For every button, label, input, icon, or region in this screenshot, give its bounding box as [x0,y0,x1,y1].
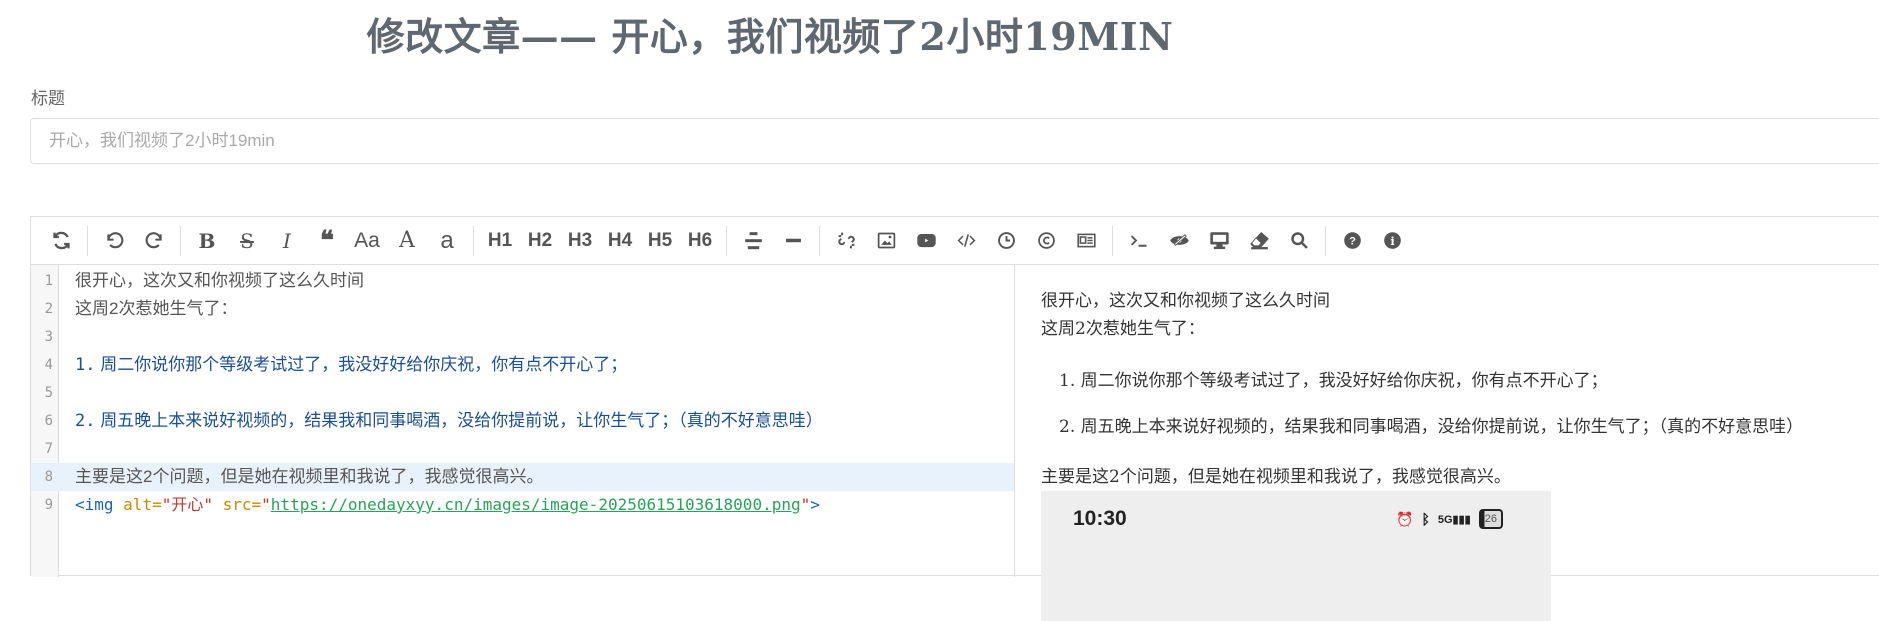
list-item-text: 周二你说你那个等级考试过了，我没好好给你庆祝，你有点不开心了； [95,355,628,374]
line-number: 8 [44,469,53,485]
toolbar-separator [1112,225,1113,256]
line-text: 1. 周二你说你那个等级考试过了，我没好好给你庆祝，你有点不开心了； [75,351,627,379]
alarm-icon: ⏰ [1396,510,1414,527]
code-line[interactable]: 6 2. 周五晚上本来说好视频的，结果我和同事喝酒，没给你提前说，让你生气了；（… [31,407,1014,435]
title-label: 标题 [31,89,65,108]
h4-button[interactable]: H4 [603,224,637,258]
toolbar-separator [87,225,88,256]
phone-status-bar: ⏰ ᛒ 5G▮▮▮ 26 [1396,509,1503,529]
editor-toolbar: B S I ❝ Aa A a H1 H2 H3 H4 H5 H6 ? i [31,217,1879,265]
line-text: 很开心，这次又和你视频了这么久时间 [75,271,364,290]
help-icon[interactable]: ? [1335,224,1369,258]
refresh-icon[interactable] [44,224,78,258]
hr-icon[interactable] [776,224,810,258]
first-letter-uppercase-icon[interactable]: A [390,224,424,258]
toolbar-separator [1325,225,1326,256]
search-icon[interactable] [1282,224,1316,258]
html-attr-alt-value: "开心" [161,495,213,514]
h3-button[interactable]: H3 [563,224,597,258]
code-pane[interactable]: 1 很开心，这次又和你视频了这么久时间 2 这周2次惹她生气了： 3 4 1. … [31,265,1015,577]
toolbar-separator [180,225,181,256]
preview-paragraph: 主要是这2个问题，但是她在视频里和我说了，我感觉很高兴。 [1041,467,1511,487]
code-line-active[interactable]: 8 主要是这2个问题，但是她在视频里和我说了，我感觉很高兴。 [31,463,1014,491]
phone-time: 10:30 [1073,507,1127,530]
preview-list-item: 2. 周五晚上本来说好视频的，结果我和同事喝酒，没给你提前说，让你生气了；（真的… [1059,417,1804,437]
signal-icon: 5G▮▮▮ [1437,513,1471,526]
preview-paragraph: 很开心，这次又和你视频了这么久时间 [1041,291,1330,311]
code-line[interactable]: 5 [31,379,1014,407]
list-marker: 2. [75,411,96,431]
h5-button[interactable]: H5 [643,224,677,258]
toolbar-separator [819,225,820,256]
code-block-icon[interactable] [1069,224,1103,258]
toolbar-separator [473,225,474,256]
html-attr-alt: alt= [123,495,162,514]
h6-button[interactable]: H6 [683,224,717,258]
h1-button[interactable]: H1 [483,224,517,258]
link-icon[interactable] [829,224,863,258]
title-input[interactable] [30,118,1879,164]
uppercase-icon[interactable]: Aa [350,224,384,258]
preview-list-item: 1. 周二你说你那个等级考试过了，我没好好给你庆祝，你有点不开心了； [1059,371,1608,391]
image-icon[interactable] [869,224,903,258]
line-number: 9 [44,497,53,513]
html-quote: " [261,495,271,514]
html-quote: " [800,495,811,514]
svg-text:?: ? [1349,235,1356,247]
list-item-text: 周五晚上本来说好视频的，结果我和同事喝酒，没给你提前说，让你生气了；（真的不好意… [95,411,823,430]
lowercase-icon[interactable]: a [430,224,464,258]
preview-image: 10:30 ⏰ ᛒ 5G▮▮▮ 26 [1041,491,1551,621]
preview-paragraph: 这周2次惹她生气了： [1041,319,1205,339]
line-number: 1 [44,273,53,289]
page-title: 修改文章—— 开心，我们视频了2小时19MIN [366,14,1174,59]
h2-button[interactable]: H2 [523,224,557,258]
line-number: 5 [44,385,53,401]
markdown-editor: B S I ❝ Aa A a H1 H2 H3 H4 H5 H6 ? i 1 很… [30,216,1879,621]
bold-icon[interactable]: B [190,224,224,258]
code-line[interactable]: 7 [31,435,1014,463]
html-tag-close: > [810,495,820,514]
fullscreen-icon[interactable] [1202,224,1236,258]
toolbar-separator [726,225,727,256]
line-number: 2 [44,301,53,317]
video-icon[interactable] [909,224,943,258]
code-line[interactable]: 2 这周2次惹她生气了： [31,295,1014,323]
battery-icon: 26 [1478,509,1503,529]
terminal-icon[interactable] [1122,224,1156,258]
undo-icon[interactable] [97,224,131,258]
html-tag-open: <img [75,495,124,514]
quote-icon[interactable]: ❝ [310,224,344,258]
image-url-link[interactable]: https://onedayxyy.cn/images/image-202506… [271,495,801,514]
svg-text:i: i [1390,234,1395,248]
battery-level: 26 [1484,513,1497,525]
line-text: 主要是这2个问题，但是她在视频里和我说了，我感觉很高兴。 [75,467,544,486]
strikethrough-icon[interactable]: S [230,224,264,258]
preview-toggle-icon[interactable] [1162,224,1196,258]
code-line[interactable]: 9 <img alt="开心" src="https://onedayxyy.c… [31,491,1014,519]
italic-icon[interactable]: I [270,224,304,258]
info-icon[interactable]: i [1375,224,1409,258]
signal-label: 5G [1437,513,1453,526]
redo-icon[interactable] [137,224,171,258]
datetime-icon[interactable] [989,224,1023,258]
line-number: 4 [44,357,53,373]
preview-pane: 很开心，这次又和你视频了这么久时间 这周2次惹她生气了： 1. 周二你说你那个等… [1041,265,1879,621]
line-number: 3 [44,329,53,345]
clear-icon[interactable] [1242,224,1276,258]
line-number: 7 [44,441,53,457]
code-line[interactable]: 4 1. 周二你说你那个等级考试过了，我没好好给你庆祝，你有点不开心了； [31,351,1014,379]
html-attr-src: src= [212,495,262,514]
line-number: 6 [44,413,53,429]
list-icon[interactable] [736,224,770,258]
code-line[interactable]: 1 很开心，这次又和你视频了这么久时间 [31,267,1014,295]
code-line[interactable]: 3 [31,323,1014,351]
line-text: 这周2次惹她生气了： [75,299,238,318]
copyright-icon[interactable] [1029,224,1063,258]
line-text: 2. 周五晚上本来说好视频的，结果我和同事喝酒，没给你提前说，让你生气了；（真的… [75,407,823,435]
code-icon[interactable] [949,224,983,258]
list-marker: 1. [75,355,96,375]
bluetooth-icon: ᛒ [1421,511,1430,527]
line-text: <img alt="开心" src="https://onedayxyy.cn/… [75,491,820,519]
